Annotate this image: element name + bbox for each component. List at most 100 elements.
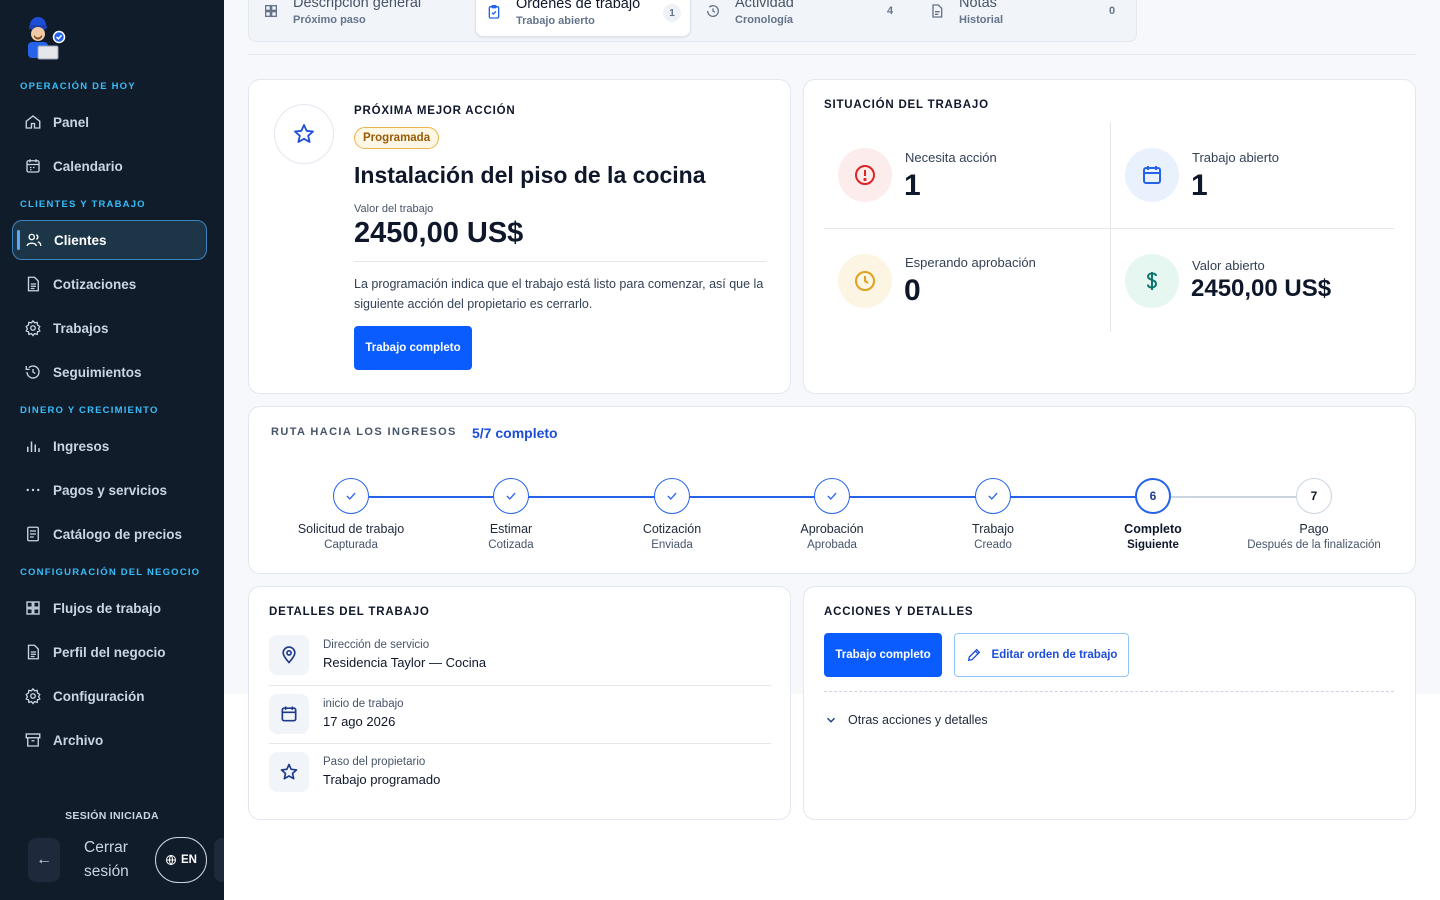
- tab-work-orders[interactable]: Órdenes de trabajo Trabajo abierto 1: [475, 0, 691, 37]
- step-estimate[interactable]: Estimar Cotizada: [431, 478, 591, 551]
- sidebar: OPERACIÓN DE HOY Panel Calendario CLIENT…: [0, 0, 224, 900]
- step-status: Aprobada: [807, 539, 857, 551]
- history-icon: [25, 365, 40, 379]
- sidebar-item-payments[interactable]: Pagos y servicios: [12, 470, 207, 510]
- divider: [269, 685, 771, 686]
- edit-work-order-label: Editar orden de trabajo: [991, 649, 1118, 661]
- step-status: Cotizada: [488, 539, 534, 551]
- step-status: Siguiente: [1127, 539, 1179, 551]
- arrow-left-icon: ←: [36, 851, 52, 868]
- tab-name: Órdenes de trabajo: [516, 0, 641, 12]
- sidebar-item-label: Clientes: [54, 232, 107, 248]
- sidebar-item-price-catalog[interactable]: Catálogo de precios: [12, 514, 207, 554]
- gear-icon: [25, 687, 41, 705]
- sidebar-item-revenue[interactable]: Ingresos: [12, 426, 207, 466]
- alert-icon: [838, 148, 892, 202]
- sidebar-item-label: Cotizaciones: [53, 276, 137, 292]
- job-value-label: Valor del trabajo: [354, 203, 434, 215]
- step-job[interactable]: Trabajo Creado: [913, 478, 1073, 551]
- tab-notes[interactable]: Notas Historial 0: [929, 0, 1129, 37]
- step-status: Capturada: [324, 539, 378, 551]
- calendar-icon: [1125, 148, 1179, 202]
- stat-value: 1: [904, 169, 921, 202]
- sidebar-item-jobs[interactable]: Trabajos: [12, 308, 207, 348]
- calendar-icon: [26, 159, 40, 173]
- stat-value: 0: [904, 274, 921, 307]
- sidebar-item-quotes[interactable]: Cotizaciones: [12, 264, 207, 304]
- grid-icon: [265, 5, 277, 17]
- tab-sub: Próximo paso: [293, 14, 366, 26]
- complete-job-button[interactable]: Trabajo completo: [354, 326, 472, 370]
- job-value: 2450,00 US$: [354, 217, 524, 249]
- step-name: Estimar: [489, 522, 533, 536]
- status-badge: Programada: [354, 127, 440, 149]
- check-icon: [814, 478, 850, 514]
- language-label: EN: [181, 854, 197, 866]
- bar-chart-icon: [27, 441, 40, 452]
- tab-count: 0: [1109, 5, 1116, 17]
- sidebar-item-workflows[interactable]: Flujos de trabajo: [12, 588, 207, 628]
- check-icon: [333, 478, 369, 514]
- sidebar-item-label: Flujos de trabajo: [53, 600, 162, 616]
- sidebar-item-label: Configuración: [53, 688, 145, 704]
- step-number: 6: [1135, 478, 1171, 514]
- stat-needs-action: Necesita acción 1: [824, 122, 1084, 212]
- sidebar-item-label: Catálogo de precios: [53, 526, 183, 542]
- section-label-clients: CLIENTES Y TRABAJO: [20, 199, 146, 210]
- sidebar-item-label: Archivo: [53, 732, 104, 748]
- tab-activity[interactable]: Actividad Cronología 4: [705, 0, 915, 37]
- sidebar-item-label: Panel: [53, 114, 90, 130]
- detail-label: Dirección de servicio: [323, 639, 430, 651]
- step-approval[interactable]: Aprobación Aprobada: [752, 478, 912, 551]
- archive-icon: [25, 733, 41, 747]
- more-actions-toggle[interactable]: Otras acciones y detalles: [824, 713, 988, 727]
- sidebar-item-calendar[interactable]: Calendario: [12, 146, 207, 186]
- step-name: Pago: [1299, 522, 1329, 536]
- step-name: Completo: [1124, 522, 1182, 536]
- step-quote[interactable]: Cotización Enviada: [592, 478, 752, 551]
- check-icon: [654, 478, 690, 514]
- tab-sub: Trabajo abierto: [516, 15, 595, 27]
- tab-sub: Historial: [959, 14, 1004, 26]
- step-name: Aprobación: [800, 522, 864, 536]
- star-icon: [274, 104, 334, 164]
- stat-awaiting-approval: Esperando aprobación 0: [824, 228, 1084, 318]
- pencil-icon: [967, 648, 980, 662]
- stat-value: 2450,00 US$: [1191, 275, 1332, 302]
- complete-job-button[interactable]: Trabajo completo: [824, 633, 942, 677]
- step-name: Solicitud de trabajo: [297, 522, 405, 536]
- tab-count: 4: [887, 5, 894, 17]
- sidebar-item-archive[interactable]: Archivo: [12, 720, 207, 760]
- language-toggle-button[interactable]: EN: [155, 837, 207, 883]
- step-complete[interactable]: 6 Completo Siguiente: [1073, 478, 1233, 551]
- stat-open-value: Valor abierto 2450,00 US$: [1111, 228, 1371, 318]
- grid-icon: [26, 601, 40, 615]
- step-job-request[interactable]: Solicitud de trabajo Capturada: [271, 478, 431, 551]
- actions-card: ACCIONES Y DETALLES Trabajo completo Edi…: [803, 586, 1416, 820]
- sidebar-extra-button[interactable]: [214, 838, 224, 882]
- logout-label[interactable]: Cerrar sesión: [84, 836, 134, 884]
- tab-sub: Cronología: [735, 14, 794, 26]
- logout-button[interactable]: ←: [28, 838, 60, 882]
- tab-bar: Descripción general Próximo paso Órdenes …: [248, 0, 1137, 42]
- step-payment[interactable]: 7 Pago Después de la finalización: [1234, 478, 1394, 551]
- note-icon: [932, 4, 943, 18]
- detail-service-address: Dirección de servicio Residencia Taylor …: [269, 635, 771, 691]
- step-status: Después de la finalización: [1247, 539, 1381, 551]
- tab-name: Descripción general: [293, 0, 422, 11]
- sidebar-item-clients[interactable]: Clientes: [12, 220, 207, 260]
- app-logo[interactable]: [20, 16, 68, 64]
- sidebar-item-panel[interactable]: Panel: [12, 102, 207, 142]
- dollar-icon: [1125, 254, 1179, 308]
- globe-icon: [166, 855, 176, 866]
- section-label-business: CONFIGURACIÓN DEL NEGOCIO: [20, 567, 201, 578]
- sidebar-item-business-profile[interactable]: Perfil del negocio: [12, 632, 207, 672]
- gear-icon: [25, 319, 41, 337]
- detail-value: 17 ago 2026: [323, 714, 396, 729]
- edit-work-order-button[interactable]: Editar orden de trabajo: [954, 633, 1129, 677]
- route-progress: 5/7 completo: [472, 425, 558, 441]
- sidebar-item-settings[interactable]: Configuración: [12, 676, 207, 716]
- calendar-icon: [269, 694, 309, 734]
- sidebar-item-followups[interactable]: Seguimientos: [12, 352, 207, 392]
- tab-overview[interactable]: Descripción general Próximo paso: [263, 0, 469, 37]
